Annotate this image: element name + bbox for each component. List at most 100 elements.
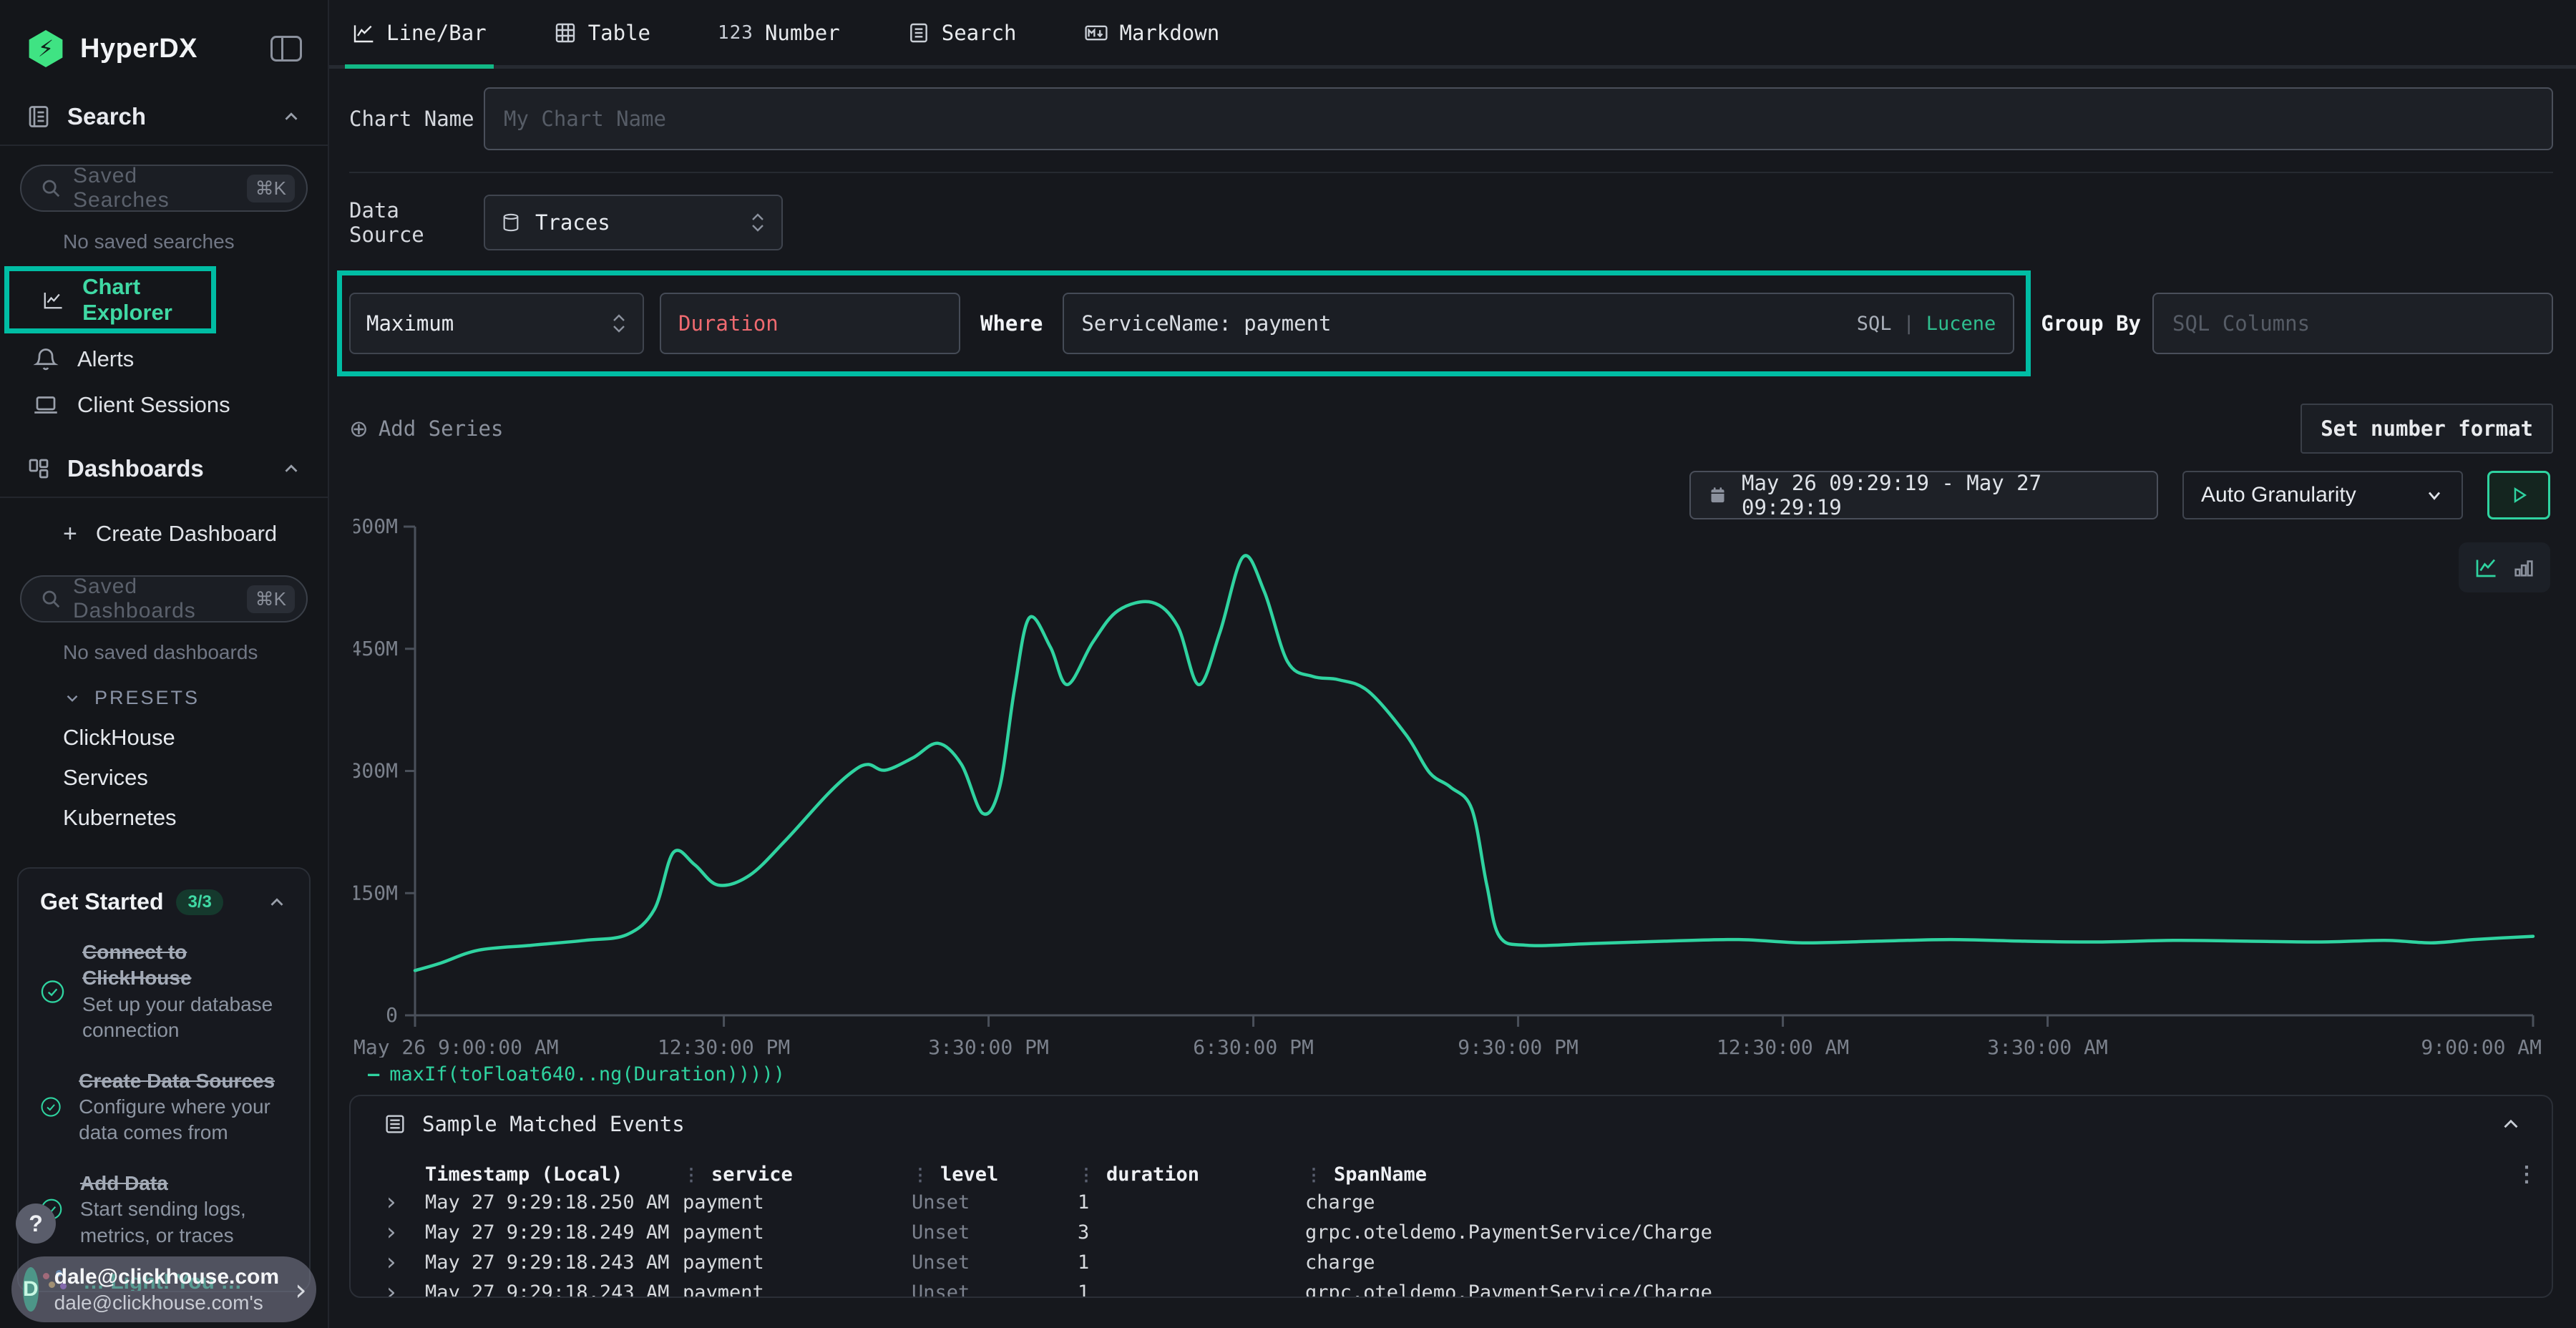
x-tick-label: 9:30:00 PM (1458, 1035, 1579, 1058)
column-resize-handle[interactable]: ⋮ (912, 1165, 929, 1185)
sidebar-section-dashboards[interactable]: Dashboards (0, 441, 328, 497)
user-email: dale@clickhouse.com (54, 1264, 279, 1291)
set-number-format-button[interactable]: Set number format (2301, 404, 2553, 454)
where-filter-input[interactable]: ServiceName: payment SQL | Lucene (1063, 293, 2014, 354)
cell-spanname: charge (1305, 1191, 2487, 1214)
cell-service: payment (683, 1251, 912, 1274)
expand-row-icon[interactable]: › (379, 1188, 425, 1216)
saved-searches-input[interactable]: Saved Searches ⌘K (20, 165, 308, 212)
column-header-spanname[interactable]: ⋮SpanName (1305, 1163, 2487, 1186)
plus-icon: + (63, 520, 77, 548)
presets-toggle[interactable]: PRESETS (0, 674, 328, 718)
expand-row-icon[interactable]: › (379, 1218, 425, 1246)
journal-icon (26, 104, 52, 130)
cell-duration: 1 (1078, 1281, 1305, 1299)
presets-label: PRESETS (94, 687, 200, 709)
aggregation-select[interactable]: Maximum (349, 293, 644, 354)
tab-table[interactable]: Table (551, 21, 653, 65)
tab-search[interactable]: Search (904, 21, 1020, 65)
cell-level: Unset (912, 1281, 1078, 1299)
user-menu[interactable]: D dale@clickhouse.com dale@clickhouse.co… (11, 1256, 316, 1322)
column-header-level[interactable]: ⋮level (912, 1163, 1078, 1186)
tab-number[interactable]: 123 Number (715, 21, 843, 65)
create-dashboard-button[interactable]: + Create Dashboard (0, 511, 328, 557)
tab-markdown[interactable]: Markdown (1081, 21, 1223, 65)
column-header-service[interactable]: ⋮service (683, 1163, 912, 1186)
tab-label: Markdown (1120, 21, 1220, 45)
preset-item-clickhouse[interactable]: ClickHouse (0, 718, 328, 758)
preset-item-services[interactable]: Services (0, 758, 328, 798)
checklist-item[interactable]: Create Data Sources Configure where your… (40, 1068, 288, 1146)
collapse-sidebar-icon[interactable] (270, 36, 302, 62)
event-row[interactable]: › May 27 9:29:18.249 AM payment Unset 3 … (351, 1217, 2552, 1247)
timeseries-chart[interactable]: 0150M300M450M600MMay 26 9:00:00 AM12:30:… (353, 471, 2542, 1060)
column-header-duration[interactable]: ⋮duration (1078, 1163, 1305, 1186)
add-series-button[interactable]: ⊕ Add Series (349, 415, 503, 442)
checklist-item[interactable]: Connect to ClickHouse Set up your databa… (40, 939, 288, 1044)
chart-name-input[interactable] (484, 87, 2553, 150)
tab-label: Number (765, 21, 840, 45)
event-row[interactable]: › May 27 9:29:18.250 AM payment Unset 1 … (351, 1187, 2552, 1217)
up-down-chevrons-icon (611, 312, 627, 335)
checklist-item-title: Connect to ClickHouse (82, 939, 288, 992)
column-resize-handle[interactable]: ⋮ (1305, 1165, 1322, 1185)
cell-spanname: grpc.oteldemo.PaymentService/Charge (1305, 1221, 2487, 1244)
events-table-header: Timestamp (Local) ⋮service ⋮level ⋮durat… (351, 1162, 2552, 1187)
event-row[interactable]: › May 27 9:29:18.243 AM payment Unset 1 … (351, 1247, 2552, 1277)
cell-timestamp: May 27 9:29:18.250 AM (425, 1191, 683, 1214)
column-resize-handle[interactable]: ⋮ (683, 1165, 700, 1185)
y-tick-label: 150M (353, 881, 398, 904)
plus-circle-icon: ⊕ (349, 415, 369, 442)
get-started-card: Get Started 3/3 Connect to ClickHouse Se… (17, 867, 311, 1292)
cell-duration: 1 (1078, 1191, 1305, 1214)
divider (0, 497, 328, 498)
tab-line-bar[interactable]: Line/Bar (349, 21, 489, 65)
x-tick-label: 9:00:00 AM (2421, 1035, 2542, 1058)
y-tick-label: 0 (386, 1003, 398, 1027)
laptop-icon (33, 392, 59, 418)
search-icon (40, 588, 62, 610)
sidebar-section-search[interactable]: Search (0, 89, 328, 145)
cell-level: Unset (912, 1191, 1078, 1214)
table-menu-icon[interactable]: ⋮ (2487, 1162, 2537, 1187)
event-row[interactable]: › May 27 9:29:18.243 AM payment Unset 1 … (351, 1277, 2552, 1298)
lucene-mode-button[interactable]: Lucene (1926, 313, 1996, 335)
no-saved-dashboards-text: No saved dashboards (0, 630, 328, 674)
column-header-timestamp[interactable]: Timestamp (Local) (425, 1163, 683, 1186)
help-button[interactable]: ? (16, 1204, 56, 1244)
chevron-up-icon[interactable] (280, 458, 302, 479)
y-tick-label: 600M (353, 514, 398, 538)
expand-row-icon[interactable]: › (379, 1248, 425, 1276)
series-line (415, 555, 2533, 970)
check-circle-icon (40, 974, 65, 1010)
line-bar-chart-icon (352, 21, 375, 44)
sidebar-item-client-sessions[interactable]: Client Sessions (0, 382, 328, 428)
chevron-up-icon[interactable] (280, 106, 302, 127)
get-started-progress-badge: 3/3 (176, 889, 223, 915)
x-tick-label: 3:30:00 PM (928, 1035, 1049, 1058)
sql-mode-button[interactable]: SQL (1857, 313, 1892, 335)
column-resize-handle[interactable]: ⋮ (1078, 1165, 1095, 1185)
checklist-item-desc: Configure where your data comes from (79, 1094, 288, 1146)
sample-matched-events-card: Sample Matched Events Timestamp (Local) … (349, 1095, 2553, 1298)
where-label: Where (976, 311, 1047, 336)
group-by-input[interactable] (2152, 293, 2553, 354)
checklist-item-title: Add Data (80, 1171, 288, 1196)
saved-dashboards-input[interactable]: Saved Dashboards ⌘K (20, 575, 308, 622)
chart-name-row: Chart Name (349, 87, 2553, 150)
cell-timestamp: May 27 9:29:18.243 AM (425, 1281, 683, 1299)
chevron-up-icon[interactable] (266, 892, 288, 913)
expand-row-icon[interactable]: › (379, 1278, 425, 1298)
sidebar-item-alerts[interactable]: Alerts (0, 336, 328, 382)
checklist-item[interactable]: Add Data Start sending logs, metrics, or… (40, 1171, 288, 1249)
app-title: HyperDX (80, 34, 255, 64)
shortcut-badge: ⌘K (247, 175, 295, 202)
sidebar-item-chart-explorer[interactable]: Chart Explorer (9, 277, 211, 323)
cell-service: payment (683, 1221, 912, 1244)
y-tick-label: 450M (353, 637, 398, 660)
data-source-select[interactable]: Traces (484, 195, 783, 250)
chevron-up-icon[interactable] (2499, 1112, 2523, 1136)
legend-label: maxIf(toFloat640..ng(Duration))))) (389, 1063, 785, 1085)
field-input[interactable]: Duration (660, 293, 960, 354)
preset-item-kubernetes[interactable]: Kubernetes (0, 798, 328, 838)
